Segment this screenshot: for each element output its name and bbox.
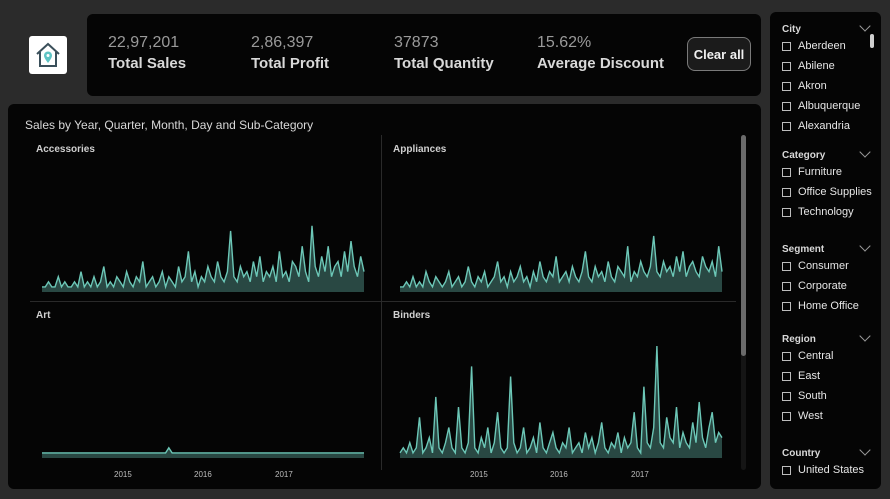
- checkbox[interactable]: [782, 301, 791, 311]
- checkbox[interactable]: [782, 61, 791, 71]
- slicer-item-city[interactable]: Akron: [782, 80, 827, 92]
- chart-title: Sales by Year, Quarter, Month, Day and S…: [25, 118, 314, 132]
- facet-chart-binders: [399, 345, 723, 458]
- slicer-item-label: East: [798, 370, 821, 382]
- x-tick-label: 2017: [631, 470, 649, 479]
- slicer-item-label: Alexandria: [798, 120, 850, 132]
- slicer-item-label: Abilene: [798, 60, 835, 72]
- slicer-scrollbar[interactable]: [870, 34, 874, 48]
- kpi-value: 15.62%: [537, 34, 592, 51]
- chevron-down-icon[interactable]: [859, 20, 871, 32]
- facet-title-accessories: Accessories: [36, 144, 95, 155]
- x-tick-label: 2015: [114, 470, 132, 479]
- slicer-header-city: City: [782, 24, 801, 35]
- facet-chart-appliances: [400, 235, 723, 292]
- kpi-total-quantity: 37873 Total Quantity: [394, 34, 494, 74]
- filter-slicer-panel: City Aberdeen Abilene Akron Albuquerque …: [770, 12, 881, 489]
- slicer-item-category[interactable]: Office Supplies: [782, 186, 872, 198]
- slicer-item-label: United States: [798, 464, 865, 476]
- facet-title-appliances: Appliances: [393, 144, 447, 155]
- chevron-down-icon[interactable]: [859, 146, 871, 158]
- checkbox[interactable]: [782, 351, 791, 361]
- kpi-label: Total Profit: [251, 55, 330, 72]
- chart-scrollbar-thumb[interactable]: [741, 135, 746, 356]
- slicer-item-label: Aberdeen: [798, 40, 846, 52]
- chevron-down-icon[interactable]: [859, 240, 871, 252]
- slicer-item-label: Home Office: [798, 300, 859, 312]
- slicer-item-region[interactable]: South: [782, 390, 827, 402]
- slicer-item-city[interactable]: Abilene: [782, 60, 835, 72]
- slicer-item-category[interactable]: Furniture: [782, 166, 842, 178]
- x-tick-label: 2015: [470, 470, 488, 479]
- slicer-item-label: Central: [798, 350, 834, 362]
- slicer-item-label: Consumer: [798, 260, 849, 272]
- app-logo: [29, 36, 67, 74]
- slicer-item-category[interactable]: Technology: [782, 206, 854, 218]
- slicer-item-segment[interactable]: Corporate: [782, 280, 847, 292]
- x-tick-label: 2016: [550, 470, 568, 479]
- slicer-item-label: Corporate: [798, 280, 847, 292]
- checkbox[interactable]: [782, 187, 791, 197]
- checkbox[interactable]: [782, 465, 791, 475]
- facet-divider-vertical: [381, 135, 382, 470]
- series-line-art[interactable]: [42, 446, 364, 454]
- kpi-label: Total Sales: [108, 55, 187, 72]
- slicer-item-label: Akron: [798, 80, 827, 92]
- facet-divider-horizontal: [30, 301, 736, 302]
- slicer-item-city[interactable]: Aberdeen: [782, 40, 846, 52]
- checkbox[interactable]: [782, 167, 791, 177]
- slicer-header-region: Region: [782, 334, 816, 345]
- kpi-label: Average Discount: [537, 55, 664, 72]
- series-area-accessories: [42, 225, 364, 292]
- slicer-item-segment[interactable]: Home Office: [782, 300, 859, 312]
- slicer-item-label: Furniture: [798, 166, 843, 178]
- facet-title-art: Art: [36, 310, 51, 321]
- sales-chart-panel: Sales by Year, Quarter, Month, Day and S…: [8, 104, 761, 489]
- checkbox[interactable]: [782, 371, 791, 381]
- checkbox[interactable]: [782, 391, 791, 401]
- kpi-value: 2,86,397: [251, 34, 314, 51]
- checkbox[interactable]: [782, 207, 791, 217]
- slicer-item-segment[interactable]: Consumer: [782, 260, 849, 272]
- kpi-average-discount: 15.62% Average Discount: [537, 34, 664, 74]
- home-location-icon: [36, 42, 60, 67]
- slicer-item-region[interactable]: Central: [782, 350, 833, 362]
- checkbox[interactable]: [782, 281, 791, 291]
- slicer-item-country[interactable]: United States: [782, 464, 864, 476]
- checkbox[interactable]: [782, 81, 791, 91]
- slicer-item-city[interactable]: Alexandria: [782, 120, 850, 132]
- checkbox[interactable]: [782, 411, 791, 421]
- slicer-item-city[interactable]: Albuquerque: [782, 100, 860, 112]
- slicer-item-label: Albuquerque: [798, 100, 861, 112]
- facet-chart-art: [42, 446, 364, 458]
- kpi-value: 37873: [394, 34, 439, 51]
- checkbox[interactable]: [782, 41, 791, 51]
- kpi-total-profit: 2,86,397 Total Profit: [251, 34, 329, 74]
- slicer-item-region[interactable]: East: [782, 370, 820, 382]
- slicer-item-region[interactable]: West: [782, 410, 823, 422]
- slicer-item-label: Technology: [798, 206, 854, 218]
- x-tick-label: 2017: [275, 470, 293, 479]
- kpi-label: Total Quantity: [394, 55, 494, 72]
- slicer-header-category: Category: [782, 150, 826, 161]
- slicer-header-segment: Segment: [782, 244, 825, 255]
- checkbox[interactable]: [782, 101, 791, 111]
- x-tick-label: 2016: [194, 470, 212, 479]
- chevron-down-icon[interactable]: [859, 330, 871, 342]
- facet-title-binders: Binders: [393, 310, 431, 321]
- slicer-item-label: West: [798, 410, 823, 422]
- chevron-down-icon[interactable]: [859, 444, 871, 456]
- slicer-item-label: Office Supplies: [798, 186, 872, 198]
- slicer-item-label: South: [798, 390, 827, 402]
- slicer-header-country: Country: [782, 448, 821, 459]
- clear-all-button[interactable]: Clear all: [687, 37, 751, 71]
- checkbox[interactable]: [782, 261, 791, 271]
- series-area-appliances: [400, 236, 722, 292]
- kpi-value: 22,97,201: [108, 34, 180, 51]
- kpi-panel: 22,97,201 Total Sales 2,86,397 Total Pro…: [87, 14, 761, 96]
- kpi-total-sales: 22,97,201 Total Sales: [108, 34, 186, 74]
- facet-chart-accessories: [42, 225, 365, 292]
- checkbox[interactable]: [782, 121, 791, 131]
